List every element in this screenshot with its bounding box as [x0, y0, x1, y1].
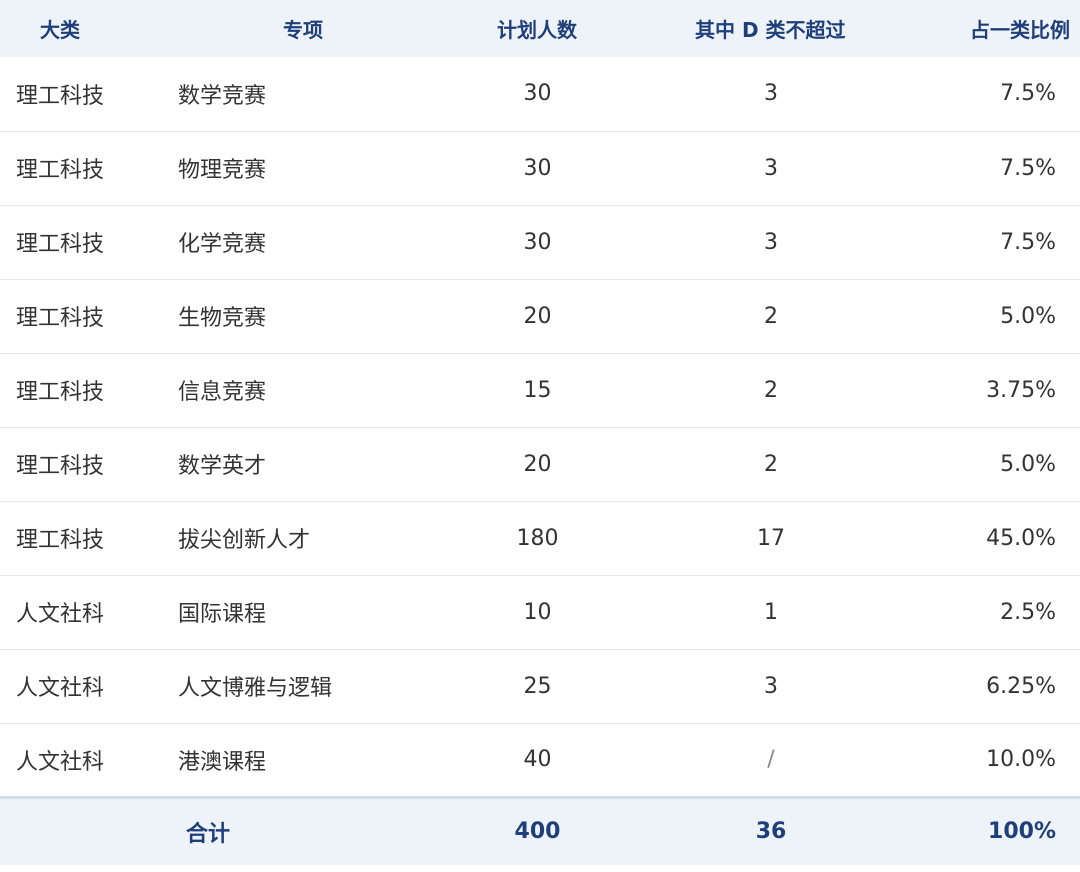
header-item: 专项 [283, 18, 323, 42]
cell-plan: 20 [523, 451, 552, 477]
cell-plan: 15 [523, 377, 552, 403]
table-row: 理工科技 拔尖创新人才 180 17 45.0% [0, 501, 1080, 575]
cell-category: 人文社科 [16, 602, 105, 627]
cell-category: 理工科技 [16, 158, 105, 183]
cell-item: 化学竞赛 [178, 232, 267, 257]
cell-ratio: 7.5% [1000, 155, 1056, 181]
cell-d-max: 1 [764, 599, 778, 625]
cell-category: 理工科技 [16, 454, 105, 479]
cell-plan: 25 [523, 673, 552, 699]
cell-plan: 40 [523, 747, 552, 772]
cell-item: 数学英才 [178, 454, 267, 479]
total-empty-cell [0, 797, 150, 865]
header-row: 大类 专项 计划人数 其中 D 类不超过 占一类比例 [0, 0, 1080, 57]
header-category: 大类 [40, 18, 80, 42]
cell-ratio: 7.5% [1000, 229, 1056, 255]
cell-category: 理工科技 [16, 83, 105, 109]
cell-ratio: 45.0% [986, 525, 1056, 551]
cell-item: 拔尖创新人才 [178, 528, 311, 553]
header-ratio: 占一类比例 [970, 18, 1070, 42]
cell-item: 生物竞赛 [178, 306, 267, 331]
cell-item: 物理竞赛 [178, 158, 267, 183]
header-plan: 计划人数 [497, 18, 577, 42]
cell-category: 人文社科 [16, 749, 105, 775]
total-label: 合计 [186, 821, 231, 847]
table-body: 理工科技 数学竞赛 30 3 7.5% 理工科技 物理竞赛 30 3 7.5% … [0, 57, 1080, 797]
cell-ratio: 2.5% [1000, 599, 1056, 625]
table-row: 理工科技 数学竞赛 30 3 7.5% [0, 57, 1080, 131]
cell-plan: 20 [523, 303, 552, 329]
cell-d-max: / [767, 747, 775, 772]
cell-d-max: 3 [764, 81, 778, 107]
cell-ratio: 5.0% [1000, 303, 1056, 329]
cell-plan: 30 [523, 81, 552, 107]
cell-plan: 10 [523, 599, 552, 625]
header-d-max: 其中 D 类不超过 [695, 18, 846, 42]
cell-ratio: 7.5% [1000, 81, 1056, 107]
cell-item: 信息竞赛 [178, 380, 267, 405]
total-plan: 400 [514, 819, 561, 845]
cell-d-max: 2 [764, 377, 778, 403]
total-row: 合计 400 36 100% [0, 797, 1080, 865]
table-row: 人文社科 港澳课程 40 / 10.0% [0, 723, 1080, 797]
table-row: 人文社科 人文博雅与逻辑 25 3 6.25% [0, 649, 1080, 723]
cell-category: 理工科技 [16, 306, 105, 331]
cell-d-max: 2 [764, 303, 778, 329]
table-footer: 合计 400 36 100% [0, 797, 1080, 865]
table-row: 理工科技 物理竞赛 30 3 7.5% [0, 131, 1080, 205]
cell-item: 数学竞赛 [178, 83, 267, 109]
cell-d-max: 3 [764, 155, 778, 181]
table-row: 理工科技 生物竞赛 20 2 5.0% [0, 279, 1080, 353]
cell-category: 理工科技 [16, 528, 105, 553]
table-row: 人文社科 国际课程 10 1 2.5% [0, 575, 1080, 649]
cell-item: 港澳课程 [178, 749, 267, 775]
table-row: 理工科技 信息竞赛 15 2 3.75% [0, 353, 1080, 427]
cell-d-max: 2 [764, 451, 778, 477]
cell-plan: 30 [523, 155, 552, 181]
cell-ratio: 3.75% [986, 377, 1056, 403]
table-row: 理工科技 数学英才 20 2 5.0% [0, 427, 1080, 501]
total-d-max: 36 [755, 819, 787, 845]
total-ratio: 100% [988, 819, 1056, 845]
cell-d-max: 17 [757, 525, 785, 551]
cell-plan: 180 [516, 525, 559, 551]
cell-category: 理工科技 [16, 380, 105, 405]
cell-category: 人文社科 [16, 676, 105, 701]
table-header: 大类 专项 计划人数 其中 D 类不超过 占一类比例 [0, 0, 1080, 57]
cell-d-max: 3 [764, 673, 778, 699]
cell-ratio: 6.25% [986, 673, 1056, 699]
cell-ratio: 5.0% [1000, 451, 1056, 477]
quota-table: 大类 专项 计划人数 其中 D 类不超过 占一类比例 理工科技 数学竞赛 30 … [0, 0, 1080, 865]
cell-ratio: 10.0% [986, 747, 1056, 772]
cell-item: 人文博雅与逻辑 [178, 676, 333, 701]
cell-d-max: 3 [764, 229, 778, 255]
cell-category: 理工科技 [16, 232, 105, 257]
cell-item: 国际课程 [178, 602, 267, 627]
cell-plan: 30 [523, 229, 552, 255]
table-row: 理工科技 化学竞赛 30 3 7.5% [0, 205, 1080, 279]
